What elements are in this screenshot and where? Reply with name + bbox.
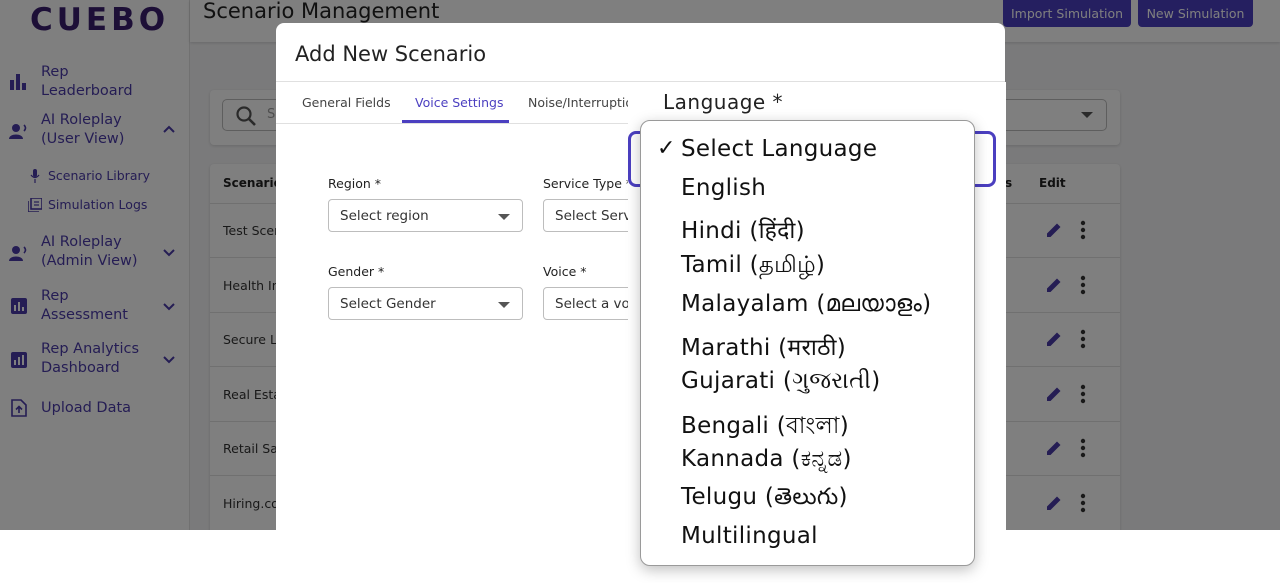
language-option[interactable]: Gujarati (ગુજરાતી) [681,368,881,394]
language-option[interactable]: Multilingual [681,523,818,549]
language-dropdown-menu: ✓ Select Language English Hindi (हिंदी) Tam… [640,120,975,566]
dropdown-caret-icon [498,302,510,308]
voice-label: Voice * [543,264,587,279]
language-option[interactable]: Hindi (हिंदी) [681,213,805,245]
region-select[interactable]: Select region [328,199,523,232]
tab-general-fields[interactable]: General Fields [302,95,391,110]
language-option[interactable]: Malayalam (മലയാളം) [681,291,931,317]
language-label: Language * [663,90,784,114]
dropdown-caret-icon [498,214,510,220]
language-option[interactable]: Bengali (বাংলা) [681,407,849,446]
tab-voice-settings[interactable]: Voice Settings [415,95,504,110]
tab-noise-interruption[interactable]: Noise/Interruptio [528,95,633,110]
language-option-selected[interactable]: Select Language [681,136,877,162]
modal-title: Add New Scenario [295,42,487,66]
region-label: Region * [328,176,382,191]
service-type-label: Service Type * [543,176,633,191]
service-type-value: Select Servi [555,208,636,224]
region-value: Select region [340,208,429,224]
gender-select[interactable]: Select Gender [328,287,523,320]
gender-label: Gender * [328,264,385,279]
language-option[interactable]: English [681,175,766,201]
language-option[interactable]: Tamil (தமிழ்) [681,252,825,281]
language-option[interactable]: Marathi (मराठी) [681,330,846,362]
voice-value: Select a voi [555,296,634,312]
checkmark-icon: ✓ [657,136,676,161]
language-option[interactable]: Telugu (తెలుగు) [681,484,848,516]
language-option[interactable]: Kannada (ಕನ್ನಡ) [681,446,852,472]
gender-value: Select Gender [340,296,436,312]
